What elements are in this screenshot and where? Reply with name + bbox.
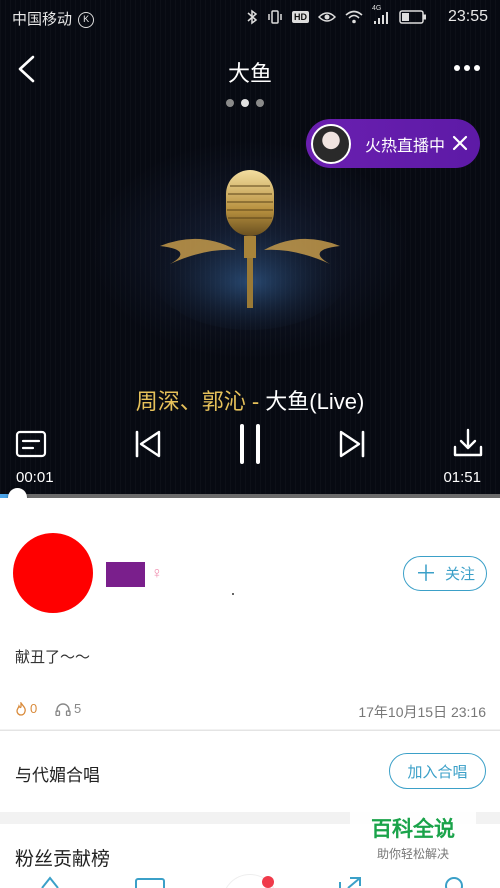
chorus-section: 与代媚合唱 加入合唱 [0,730,500,812]
likes-count[interactable]: 0 [15,701,37,716]
follow-button[interactable]: ＋ 关注 [403,556,487,591]
hd-icon: HD [292,11,309,23]
live-banner-label: 火热直播中 [365,137,446,155]
watermark-logo: 百科全说 助你轻松解决 [350,805,476,863]
song-artists: 周深、郭沁 [135,389,246,414]
song-title-line: 周深、郭沁 - 大鱼(Live) [0,384,500,416]
listens-count: 5 [55,701,81,716]
live-host-avatar [311,123,351,164]
fans-ranking-label: 粉丝贡献榜 [15,849,111,870]
battery-icon [399,10,426,24]
current-time: 00:01 [16,469,54,486]
page-dot-active [241,99,249,107]
avatar[interactable] [13,533,93,613]
cellular-signal-icon: 4G [372,5,390,25]
watermark-main: 百科全说 [371,818,455,841]
microphone-artwork [150,170,350,330]
comment-icon[interactable] [134,878,166,888]
more-options-icon[interactable] [452,58,482,78]
plus-icon: ＋ [414,560,437,586]
post-date: 17年10月15日 23:16 [358,704,486,720]
page-dot [226,99,234,107]
female-icon: ♀ [151,565,163,582]
total-time: 01:51 [443,469,481,486]
close-icon[interactable] [452,135,468,151]
lyrics-icon[interactable] [15,430,47,458]
vibrate-icon [268,10,282,24]
page-dot [256,99,264,107]
watermark-sub: 助你轻松解决 [376,847,449,861]
gift-icon[interactable] [38,876,62,888]
carrier-badge-icon: K [78,12,95,29]
divider-dot [232,593,234,595]
post-text: 献丑了～～ [15,649,91,666]
player-panel: 中国移动 K HD 4G 23:55 大鱼 火热直播中 周深、郭沁 - 大鱼(L… [0,0,500,497]
likes-value: 0 [30,701,38,716]
bottom-toolbar [0,874,500,888]
song-separator: - [245,389,266,414]
pause-icon[interactable] [236,424,264,464]
previous-track-icon[interactable] [133,429,163,459]
search-icon[interactable] [442,876,466,888]
username-redacted[interactable] [106,562,145,587]
status-icons: HD 4G [246,5,427,25]
page-indicator [226,99,264,107]
notification-dot [262,876,274,888]
headphones-icon [55,702,71,716]
eye-icon [318,12,336,22]
join-chorus-button[interactable]: 加入合唱 [389,753,486,789]
page-title: 大鱼 [227,61,272,86]
share-icon[interactable] [336,876,364,888]
listens-value: 5 [74,701,82,716]
chorus-label: 与代媚合唱 [15,766,100,785]
post-card: ♀ ＋ 关注 献丑了～～ 0 5 17年10月15日 23:16 [0,498,500,729]
status-bar: 中国移动 K HD 4G 23:55 [0,0,500,34]
song-name: 大鱼(Live) [265,389,365,414]
download-icon[interactable] [452,427,484,459]
wifi-icon [345,10,363,24]
status-time: 23:55 [447,8,488,25]
follow-label: 关注 [445,566,476,583]
flame-icon [16,701,26,716]
carrier-name: 中国移动 [12,11,73,28]
next-track-icon[interactable] [337,429,367,459]
bluetooth-icon [247,9,258,25]
